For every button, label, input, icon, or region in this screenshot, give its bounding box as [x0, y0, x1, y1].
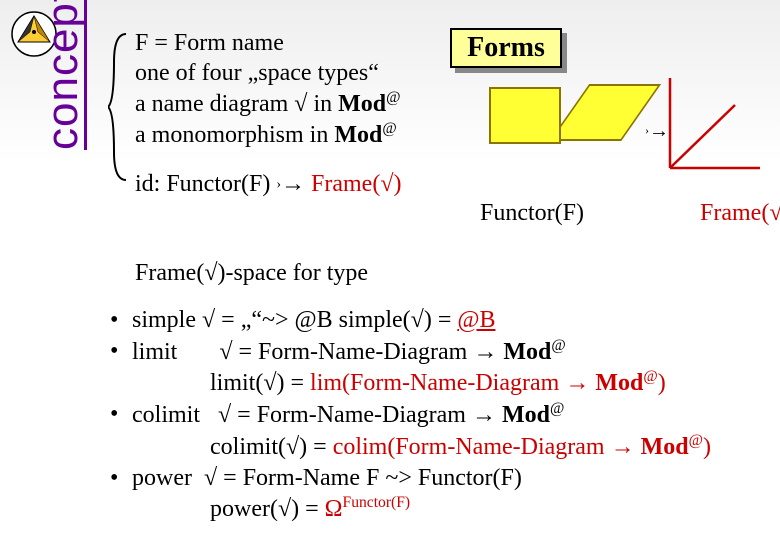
forms-title-text: Forms: [467, 32, 545, 64]
forms-diagram: [470, 70, 760, 180]
bullet-simple: • simple √ = „“~> @B simple(√) = @B: [110, 305, 770, 336]
sidebar-label: concepts: [38, 0, 87, 150]
brace-icon: [108, 32, 130, 182]
bullet-limit-sub: limit(√) = lim(Form-Name-Diagram → Mod@): [132, 367, 770, 399]
def-line-2: one of four „space types“: [135, 58, 465, 88]
id-functor-line: id: Functor(F) ›→ Frame(√): [135, 170, 401, 198]
bullet-colimit-sub: colimit(√) = colim(Form-Name-Diagram → M…: [132, 431, 770, 463]
def-line-4: a monomorphism in Mod@: [135, 119, 465, 150]
diagram-mono-arrow: ›→: [645, 120, 669, 143]
bullet-limit: • limit √ = Form-Name-Diagram → Mod@: [110, 336, 770, 368]
forms-title-box: Forms: [450, 28, 562, 68]
functor-label: Functor(F): [480, 200, 584, 227]
bullet-colimit: • colimit √ = Form-Name-Diagram → Mod@: [110, 399, 770, 431]
bullet-power: • power √ = Form-Name F ~> Functor(F): [110, 463, 770, 494]
frame-label: Frame(√): [700, 200, 780, 227]
definition-block: F = Form name one of four „space types“ …: [135, 28, 465, 150]
def-line-3: a name diagram √ in Mod@: [135, 88, 465, 119]
bullet-power-sub: power(√) = ΩFunctor(F): [132, 493, 770, 525]
def-line-1: F = Form name: [135, 28, 465, 58]
frame-space-heading: Frame(√)-space for type: [135, 260, 368, 287]
bullet-list: • simple √ = „“~> @B simple(√) = @B • li…: [110, 305, 770, 525]
